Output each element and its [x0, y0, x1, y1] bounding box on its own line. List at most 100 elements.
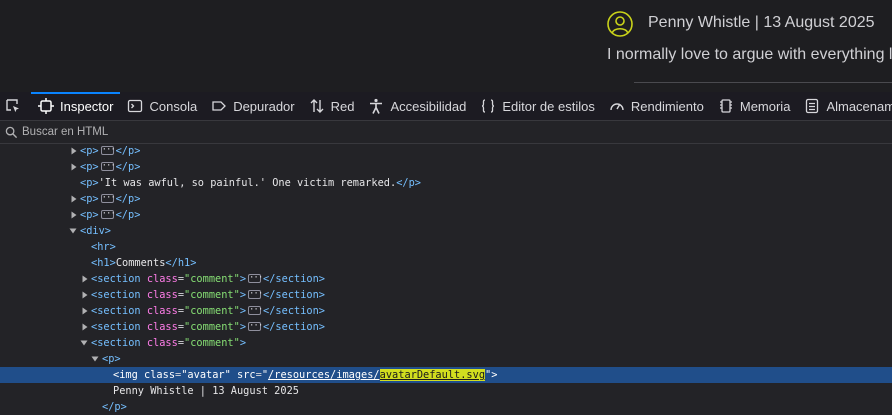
- src-file-highlight[interactable]: avatarDefault.svg: [379, 369, 486, 381]
- tab-label: Almacenamiento: [826, 98, 892, 114]
- tag-end: >: [239, 337, 247, 349]
- tree-node[interactable]: <h1>Comments</h1>: [0, 255, 892, 271]
- attr-name: class: [146, 337, 178, 349]
- tag-open: <p>: [80, 177, 99, 189]
- tag-close: </p>: [115, 145, 141, 157]
- search-input[interactable]: [22, 126, 622, 138]
- tag-open: <p>: [102, 353, 121, 365]
- tag-open: <section: [91, 289, 141, 301]
- attr-name: class: [144, 369, 176, 381]
- expand-arrow-icon[interactable]: [80, 319, 90, 335]
- avatar-icon: [607, 11, 633, 37]
- collapse-arrow-icon[interactable]: [90, 351, 100, 367]
- tab-console[interactable]: Consola: [120, 92, 204, 120]
- tag-close: </p>: [115, 209, 141, 221]
- tab-label: Depurador: [233, 98, 295, 114]
- attr-value: "comment": [184, 337, 240, 349]
- tag-close: </section>: [263, 321, 326, 333]
- tab-label: Inspector: [60, 98, 114, 114]
- expand-arrow-icon[interactable]: [80, 303, 90, 319]
- expand-arrow-icon[interactable]: [80, 271, 90, 287]
- src-path-link[interactable]: /resources/images/: [268, 369, 380, 381]
- expand-arrow-icon[interactable]: [69, 143, 79, 159]
- tree-node[interactable]: <hr>: [0, 239, 892, 255]
- tab-accessibility[interactable]: Accesibilidad: [361, 92, 473, 120]
- collapse-arrow-icon[interactable]: [68, 223, 78, 239]
- comment-text: I normally love to argue with everything…: [607, 46, 892, 63]
- tree-node[interactable]: <section class="comment"></section>: [0, 318, 892, 335]
- ellipsis-icon[interactable]: [100, 206, 114, 222]
- tree-node[interactable]: <section class="comment"></section>: [0, 302, 892, 319]
- tab-inspector[interactable]: Inspector: [31, 92, 121, 120]
- attr-value: "comment": [184, 289, 240, 301]
- style-editor-icon: [482, 99, 495, 113]
- tag-close: </p>: [115, 193, 141, 205]
- expand-arrow-icon[interactable]: [69, 159, 79, 175]
- expand-arrow-icon[interactable]: [69, 191, 79, 207]
- tree-node-selected[interactable]: <img class="avatar" src="/resources/imag…: [0, 367, 892, 383]
- tag-open: <p>: [80, 145, 99, 157]
- tag-open: <p>: [80, 161, 99, 173]
- tag-open: <section: [91, 337, 141, 349]
- attr-name: class: [146, 289, 178, 301]
- accessibility-icon: [370, 98, 383, 114]
- tree-node[interactable]: <section class="comment">: [0, 335, 892, 351]
- tab-memory[interactable]: Memoria: [711, 92, 798, 120]
- inspector-icon: [38, 98, 54, 114]
- ellipsis-icon[interactable]: [100, 143, 114, 158]
- performance-icon: [610, 103, 624, 111]
- tag-close: </section>: [263, 305, 326, 317]
- tag-open: <section: [91, 321, 141, 333]
- expand-arrow-icon[interactable]: [69, 207, 79, 223]
- attr-name: src: [237, 369, 256, 381]
- ellipsis-icon[interactable]: [248, 302, 262, 318]
- comment-meta: Penny Whistle | 13 August 2025: [648, 14, 875, 31]
- tab-label: Red: [330, 98, 355, 114]
- tag-open: <img: [113, 369, 138, 381]
- tree-node[interactable]: <section class="comment"></section>: [0, 286, 892, 303]
- tag-open: <section: [91, 273, 141, 285]
- tag-open: <hr>: [91, 241, 116, 253]
- tree-node[interactable]: <p> </p>: [0, 158, 892, 175]
- ellipsis-icon[interactable]: [248, 318, 262, 334]
- tag-open: <p>: [80, 209, 99, 221]
- ellipsis-icon[interactable]: [248, 286, 262, 302]
- element-picker-button[interactable]: [0, 92, 27, 120]
- attr-name: class: [146, 321, 178, 333]
- tag-open: <div>: [80, 225, 111, 237]
- tab-network[interactable]: Red: [302, 92, 362, 120]
- search-icon: [5, 126, 18, 138]
- tree-node[interactable]: <p>'It was awful, so painful.' One victi…: [0, 175, 892, 191]
- tag-end: ">: [485, 369, 498, 381]
- tree-node[interactable]: Penny Whistle | 13 August 2025: [0, 383, 892, 399]
- memory-icon: [719, 99, 732, 113]
- ellipsis-icon[interactable]: [100, 190, 114, 206]
- tab-debugger[interactable]: Depurador: [204, 92, 301, 120]
- ellipsis-icon[interactable]: [100, 158, 114, 174]
- debugger-icon: [212, 101, 227, 111]
- tab-style-editor[interactable]: Editor de estilos: [473, 92, 602, 120]
- tag-close: </h1>: [165, 257, 197, 269]
- markup-tree: <p></p> <p></p> <p>'It was awful, so pai…: [0, 143, 892, 415]
- tree-node[interactable]: <div>: [0, 223, 892, 239]
- tree-node[interactable]: </p>: [0, 399, 892, 415]
- tree-node[interactable]: <section class="comment"></section>: [0, 270, 892, 287]
- collapse-arrow-icon[interactable]: [79, 335, 89, 351]
- attr-value: "comment": [184, 305, 240, 317]
- tree-node[interactable]: <p> </p>: [0, 190, 892, 207]
- tab-label: Consola: [149, 98, 198, 114]
- ellipsis-icon[interactable]: [248, 270, 262, 286]
- tree-node[interactable]: <p>: [0, 351, 892, 367]
- html-search-bar: [0, 121, 892, 144]
- tab-performance[interactable]: Rendimiento: [602, 92, 711, 120]
- divider: [634, 82, 892, 83]
- text-node: Comments: [115, 257, 166, 269]
- tab-storage[interactable]: Almacenamiento: [797, 92, 892, 120]
- tree-node[interactable]: <p> </p>: [0, 206, 892, 223]
- tag-close: </section>: [263, 289, 326, 301]
- attr-value: "comment": [184, 321, 240, 333]
- expand-arrow-icon[interactable]: [80, 287, 90, 303]
- tab-label: Accesibilidad: [390, 98, 467, 114]
- text-node: 'It was awful, so painful.' One victim r…: [98, 177, 397, 189]
- tree-node[interactable]: <p> </p>: [0, 143, 892, 159]
